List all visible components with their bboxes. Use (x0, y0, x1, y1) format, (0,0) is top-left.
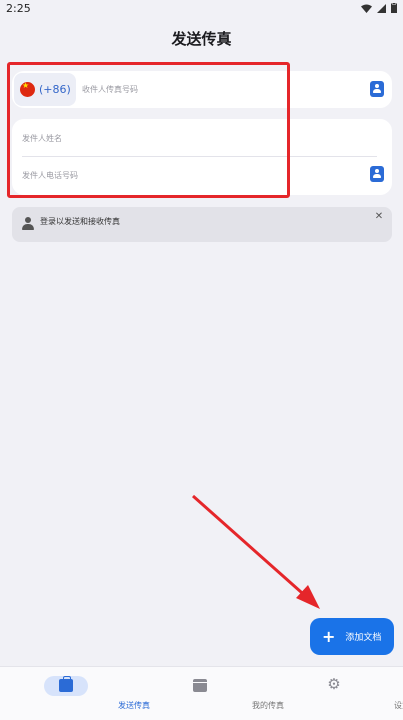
bottom-navigation: 发送传真 我的传真 ⚙ 设置 (0, 666, 403, 720)
nav-item-settings[interactable]: ⚙ 设置 (268, 667, 403, 720)
nav-item-send-fax[interactable]: 发送传真 (0, 667, 150, 720)
add-document-label: 添加文档 (345, 633, 382, 643)
nav-item-my-fax[interactable]: 我的传真 (134, 667, 284, 720)
nav-label-settings: 设置 (394, 701, 403, 710)
annotation-arrow (192, 494, 320, 609)
gear-icon: ⚙ (327, 675, 341, 693)
plus-icon: + (322, 626, 336, 646)
briefcase-icon (59, 676, 73, 692)
archive-icon (193, 679, 207, 692)
add-document-button[interactable]: + 添加文档 (310, 618, 394, 655)
